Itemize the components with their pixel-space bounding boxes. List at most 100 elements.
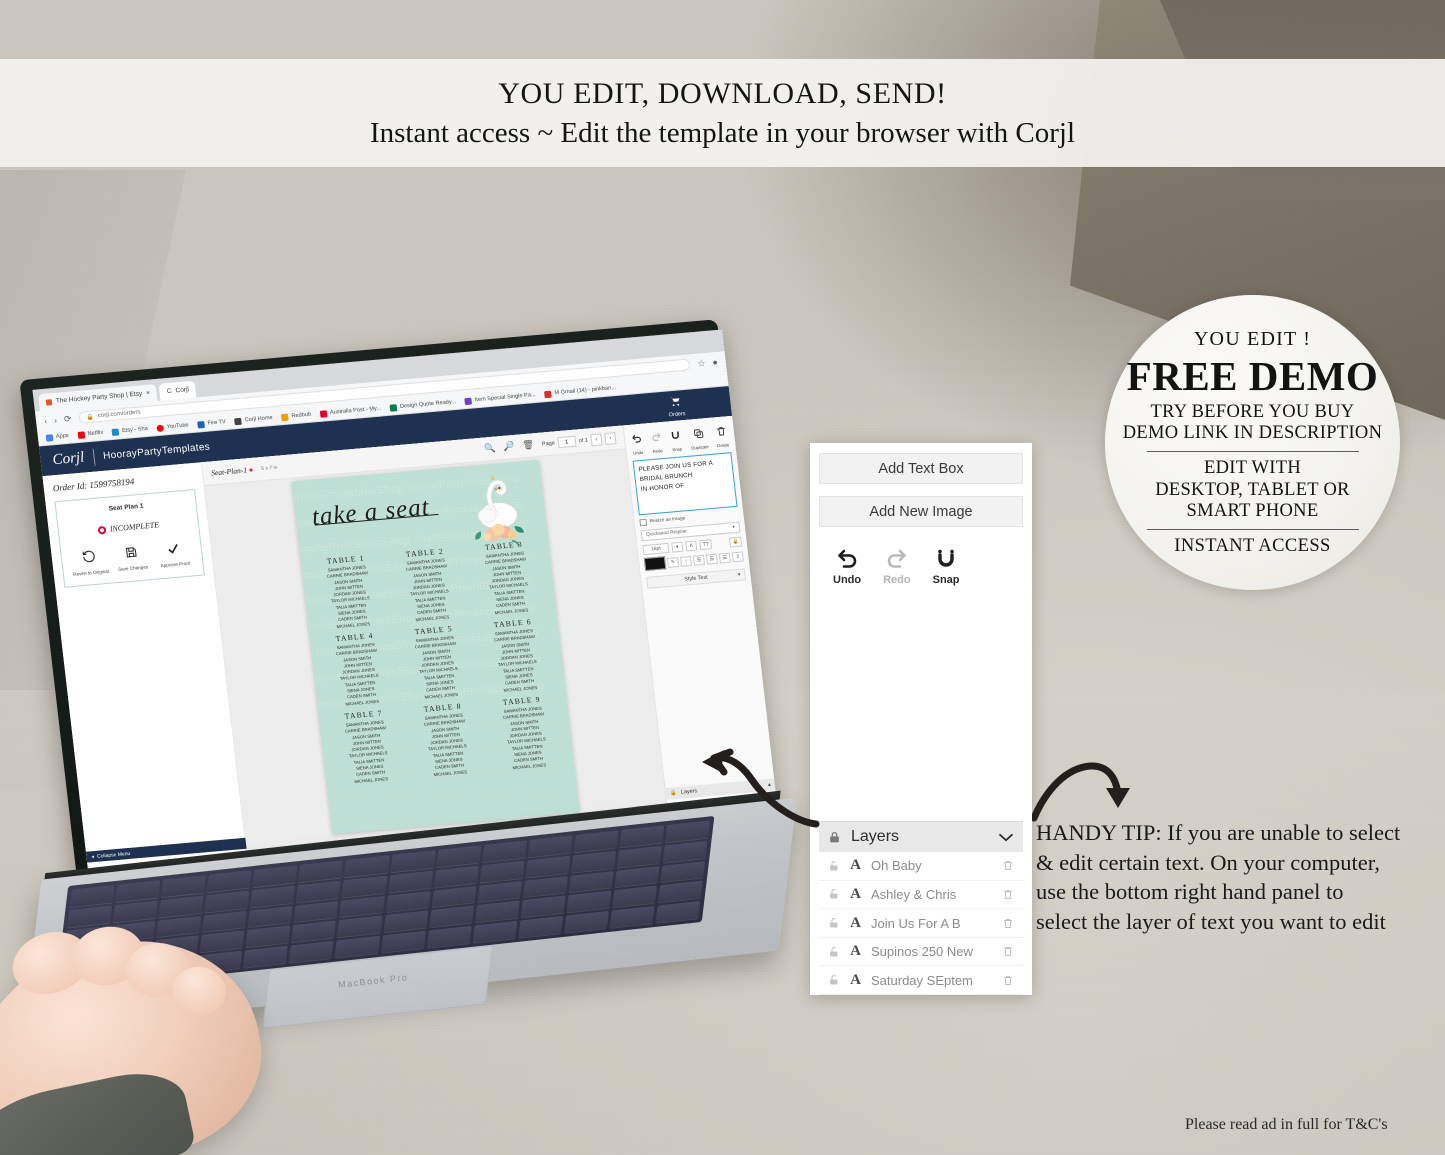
text-decrease-icon[interactable]: A <box>685 540 698 552</box>
eyedropper-icon[interactable]: ✎ <box>666 556 680 568</box>
line-height-icon[interactable]: ↕ <box>679 555 693 567</box>
revert-to-original-button[interactable]: Revert to Original <box>67 548 112 578</box>
zoom-out-icon[interactable]: 🔎 <box>503 441 515 453</box>
layer-row[interactable]: A Oh Baby <box>819 852 1023 881</box>
order-card[interactable]: Seat Plan 1 INCOMPLETE Revert to Origina… <box>54 488 205 588</box>
back-icon[interactable]: ‹ <box>44 416 48 426</box>
undo-button[interactable]: Undo <box>833 547 861 586</box>
layer-row[interactable]: A Join Us For A B <box>819 909 1023 938</box>
table-block[interactable]: TABLE 1 SAMANTHA JONES CARRIE BRADSHAW JASO… <box>307 552 393 632</box>
table-block[interactable]: TABLE 7 SAMANTHA JONES CARRIE BRADSHAW JASO… <box>325 707 411 787</box>
undo-button[interactable]: Undo <box>630 431 644 456</box>
badge-instant-access: INSTANT ACCESS <box>1174 536 1331 557</box>
favicon-icon <box>45 398 53 406</box>
star-icon[interactable]: ☆ <box>697 358 706 370</box>
next-page-button[interactable]: › <box>604 431 617 445</box>
profile-avatar-icon[interactable]: ● <box>712 357 719 367</box>
guest-list: SAMANTHA JONES CARRIE BRADSHAW JASON SMITH… <box>475 626 559 695</box>
style-text-accordion[interactable]: Style Text ▾ <box>646 568 747 589</box>
file-name-label: Seat-Plan-1 ● <box>210 464 254 478</box>
lock-open-icon[interactable] <box>828 859 840 873</box>
table-block[interactable]: TABLE 6 SAMANTHA JONES CARRIE BRADSHAW JASO… <box>474 615 560 695</box>
trash-icon[interactable] <box>1002 974 1014 987</box>
checkbox[interactable] <box>639 518 648 527</box>
trash-icon[interactable] <box>1002 888 1014 901</box>
reload-icon[interactable]: ⟳ <box>63 413 72 425</box>
snap-button[interactable]: Snap <box>933 547 960 586</box>
chevron-down-icon[interactable] <box>998 832 1014 843</box>
save-changes-button[interactable]: Save Changes <box>110 544 155 573</box>
page-input[interactable] <box>557 435 577 449</box>
lock-open-icon[interactable] <box>828 973 840 987</box>
lock-open-icon[interactable] <box>828 945 840 959</box>
trash-icon[interactable] <box>1002 859 1014 872</box>
bookmark-item[interactable]: Design Quote Ready... <box>389 398 457 412</box>
layer-row[interactable]: A Ashley & Chris <box>819 880 1023 910</box>
align-left-icon[interactable]: ☰ <box>692 554 705 566</box>
add-new-image-button[interactable]: Add New Image <box>819 496 1023 527</box>
align-center-icon[interactable]: ☰ <box>705 553 718 565</box>
bookmark-item[interactable]: Etsy - Sha <box>111 425 148 436</box>
order-item-name: Seat Plan 1 <box>108 502 144 513</box>
zoom-in-icon[interactable]: 🔍 <box>484 443 496 455</box>
table-block[interactable]: TABLE 4 SAMANTHA JONES CARRIE BRADSHAW JASO… <box>316 629 402 709</box>
corjl-logo[interactable]: Corjl <box>52 449 86 469</box>
approve-proof-button[interactable]: Approve Proof <box>152 540 197 569</box>
snap-button[interactable]: Snap <box>669 427 683 452</box>
bookmark-item[interactable]: Corjl Home <box>234 415 273 425</box>
text-content-editor[interactable]: PLEASE JOIN US FOR A BRIDAL BRUNCH IN HON… <box>632 452 738 516</box>
template-canvas[interactable]: InvitePrintablesShop InvitePrintablesSho… <box>291 459 580 835</box>
trash-icon[interactable] <box>1002 945 1014 958</box>
orders-cart-button[interactable]: Orders <box>666 393 686 418</box>
snap-magnet-icon <box>671 431 680 439</box>
delete-button[interactable]: Delete <box>715 423 730 448</box>
layers-panel-header[interactable]: Layers <box>819 821 1023 853</box>
lock-closed-icon[interactable] <box>828 830 841 845</box>
text-layer-A-icon: A <box>850 914 861 931</box>
bookmark-item[interactable]: Item Special Single Pa... <box>464 391 537 405</box>
lock-open-icon[interactable] <box>828 916 840 930</box>
redo-button[interactable]: Redo <box>650 429 664 454</box>
bookmark-item[interactable]: M Gmail (14) - pinkban... <box>544 384 616 398</box>
lock-icon[interactable]: 🔒 <box>728 536 743 548</box>
free-demo-badge: YOU EDIT ! FREE DEMO TRY BEFORE YOU BUY … <box>1105 295 1400 590</box>
redo-icon <box>651 432 661 442</box>
redo-button[interactable]: Redo <box>883 547 911 586</box>
close-icon[interactable]: × <box>146 390 151 397</box>
chevron-up-icon[interactable]: ▴ <box>768 782 771 788</box>
vertical-align-icon[interactable]: ⇳ <box>731 550 744 562</box>
layer-row[interactable]: A Saturday SEptem <box>819 966 1023 995</box>
text-color-swatch[interactable] <box>643 556 667 572</box>
bookmark-item[interactable]: Australia Post - My... <box>319 405 382 418</box>
duplicate-button[interactable]: Duplicate <box>689 425 709 451</box>
bookmark-item[interactable]: Redbub <box>281 411 311 421</box>
bookmark-item[interactable]: YouTube <box>156 422 189 432</box>
table-block[interactable]: TABLE 3 SAMANTHA JONES CARRIE BRADSHAW JASO… <box>465 538 551 618</box>
align-right-icon[interactable]: ☰ <box>718 552 731 563</box>
lock-open-icon[interactable] <box>828 887 840 901</box>
bookmark-item[interactable]: Fire TV <box>197 419 226 429</box>
table-block[interactable]: TABLE 5 SAMANTHA JONES CARRIE BRADSHAW JASO… <box>395 622 481 702</box>
prev-page-button[interactable]: ‹ <box>590 432 603 446</box>
orders-label: Orders <box>668 410 686 419</box>
badge-edit-with: EDIT WITH <box>1203 457 1302 478</box>
cart-icon <box>671 397 680 407</box>
table-block[interactable]: TABLE 2 SAMANTHA JONES CARRIE BRADSHAW JASO… <box>386 545 472 625</box>
forward-icon[interactable]: › <box>53 415 57 425</box>
chevron-down-icon[interactable]: ▾ <box>671 541 684 553</box>
shop-name: HoorayPartyTemplates <box>102 441 211 462</box>
trash-icon[interactable]: 🗑 <box>522 439 535 451</box>
browser-tab-title: Corjl <box>175 386 190 395</box>
seating-chart-template[interactable]: InvitePrintablesShop InvitePrintablesSho… <box>291 459 580 835</box>
table-block[interactable]: TABLE 9 SAMANTHA JONES CARRIE BRADSHAW JASO… <box>483 693 569 773</box>
divider <box>92 448 96 466</box>
browser-tab-active[interactable]: C Corjl <box>158 380 197 401</box>
text-increase-icon[interactable]: TT <box>699 539 713 551</box>
add-text-box-button[interactable]: Add Text Box <box>819 453 1023 484</box>
bookmark-item[interactable]: Apps <box>45 432 69 442</box>
trash-icon[interactable] <box>1002 917 1014 930</box>
table-block[interactable]: TABLE 8 SAMANTHA JONES CARRIE BRADSHAW JASO… <box>404 700 490 780</box>
layer-row[interactable]: A Supinos 250 New <box>819 937 1023 967</box>
bookmark-item[interactable]: Netflix <box>77 429 103 439</box>
font-size-select[interactable]: 16pt <box>642 542 670 556</box>
